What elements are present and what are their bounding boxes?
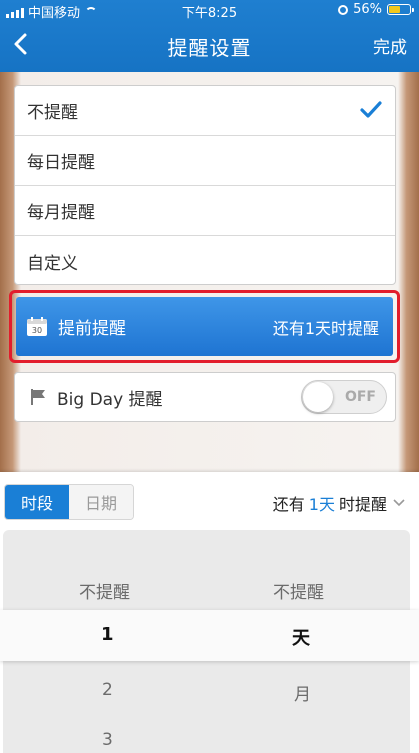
picker-summary[interactable]: 还有 1天 时提醒 [273, 491, 405, 515]
wheel-right-item[interactable]: 月 [294, 680, 311, 705]
page-title: 提醒设置 [167, 36, 252, 60]
calendar-icon: 30 [27, 316, 47, 336]
summary-prefix: 还有 [272, 495, 305, 514]
tab-date[interactable]: 日期 [69, 485, 133, 519]
advance-reminder-label: 提前提醒 [58, 319, 126, 339]
tab-time-period[interactable]: 时段 [5, 485, 69, 519]
summary-suffix: 时提醒 [338, 495, 387, 514]
advance-reminder-value: 还有1天时提醒 [272, 318, 379, 338]
status-bar: 中国移动 下午8:25 56% [0, 0, 419, 21]
wheel-left-item[interactable]: 3 [102, 730, 113, 750]
picker-selection-band: 1 天 [0, 610, 419, 661]
big-day-label: Big Day 提醒 [57, 389, 163, 410]
segmented-control: 时段 日期 [4, 484, 134, 520]
option-custom[interactable]: 自定义 [15, 236, 395, 286]
option-monthly-reminder[interactable]: 每月提醒 [15, 186, 395, 236]
option-label: 每月提醒 [27, 203, 95, 223]
big-day-row: Big Day 提醒 OFF [14, 372, 396, 422]
summary-number: 1天 [308, 495, 335, 514]
battery-icon [387, 4, 414, 15]
wheel-right-item[interactable]: 不提醒 [273, 578, 324, 603]
selected-left-value[interactable]: 1 [101, 624, 114, 645]
done-button[interactable]: 完成 [373, 33, 407, 58]
toggle-state-label: OFF [344, 389, 376, 405]
option-label: 不提醒 [27, 103, 78, 123]
toggle-knob [303, 382, 333, 412]
wheel-left-item[interactable]: 2 [102, 680, 113, 700]
flag-icon [31, 389, 45, 405]
picker-sheet: 时段 日期 还有 1天 时提醒 不提醒 不提醒 2 月 3 1 天 [0, 472, 419, 753]
option-daily-reminder[interactable]: 每日提醒 [15, 136, 395, 186]
wheel-left-item[interactable]: 不提醒 [79, 578, 130, 603]
option-label: 自定义 [27, 253, 78, 274]
advance-reminder-row[interactable]: 30 提前提醒 还有1天时提醒 [16, 297, 393, 356]
navigation-bar: 提醒设置 完成 [0, 22, 419, 70]
battery-percent: 56% [353, 2, 382, 17]
option-label: 每日提醒 [27, 153, 95, 173]
chevron-down-icon [393, 499, 405, 507]
advance-reminder-highlight: 30 提前提醒 还有1天时提醒 [9, 290, 400, 363]
option-no-reminder[interactable]: 不提醒 [15, 86, 395, 136]
settings-content: 不提醒 每日提醒 每月提醒 自定义 30 提前提醒 还有1天时提醒 Big Da… [0, 72, 419, 472]
reminder-options-list: 不提醒 每日提醒 每月提醒 自定义 [14, 85, 396, 285]
big-day-toggle[interactable]: OFF [301, 380, 387, 414]
top-bar: 中国移动 下午8:25 56% 提醒设置 完成 [0, 0, 419, 72]
checkmark-icon [360, 101, 382, 118]
svg-text:30: 30 [32, 326, 42, 335]
selected-right-value[interactable]: 天 [292, 624, 310, 650]
alarm-icon [338, 4, 349, 15]
